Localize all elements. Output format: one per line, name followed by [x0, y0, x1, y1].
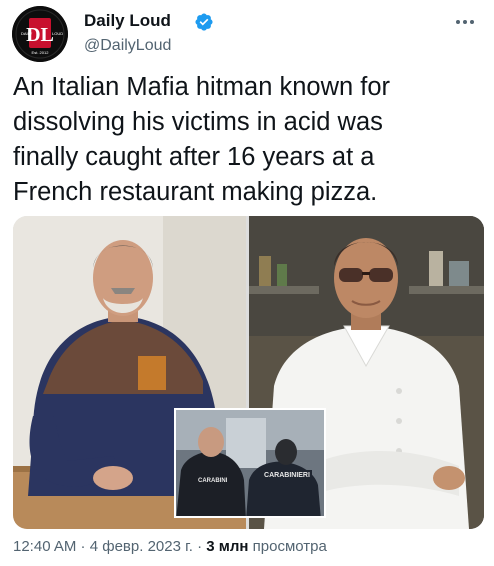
svg-text:Est. 2012: Est. 2012 [32, 50, 50, 55]
tweet-text-line: dissolving his victims in acid was [13, 108, 383, 136]
tweet-time[interactable]: 12:40 AM [13, 538, 76, 555]
more-options-icon[interactable] [452, 12, 478, 32]
tweet-media[interactable]: CARABINIERI CARABINI [13, 216, 484, 529]
meta-separator: · [76, 538, 90, 555]
tweet-date[interactable]: 4 февр. 2023 г. [90, 538, 193, 555]
views-label: просмотра [248, 538, 327, 555]
tweet-meta: 12:40 AM · 4 февр. 2023 г. · 3 млн просм… [13, 538, 327, 555]
tweet-header: DL DAILY LOUD Est. 2012 Daily Loud @Dail… [12, 6, 482, 62]
tweet-text-line: finally caught after 16 years at a [13, 143, 375, 171]
avatar[interactable]: DL DAILY LOUD Est. 2012 [12, 6, 68, 62]
svg-text:DAILY: DAILY [21, 31, 33, 36]
tweet-text-line: French restaurant making pizza. [13, 178, 378, 206]
inset-label: CARABINIERI [264, 472, 310, 479]
tweet-text-line: An Italian Mafia hitman known for [13, 73, 391, 101]
meta-separator: · [192, 538, 207, 555]
inset-badge: CARABINI [198, 478, 228, 484]
daily-loud-logo-icon: DL DAILY LOUD Est. 2012 [12, 6, 68, 62]
verified-badge-icon [195, 13, 213, 31]
views-count[interactable]: 3 млн [206, 538, 248, 555]
photo-inset-carabinieri[interactable]: CARABINIERI CARABINI [174, 408, 326, 518]
author-name[interactable]: Daily Loud [84, 11, 171, 31]
tweet-text: An Italian Mafia hitman known for dissol… [13, 70, 483, 210]
carabinieri-scene: CARABINIERI CARABINI [176, 410, 324, 516]
author-handle[interactable]: @DailyLoud [84, 37, 171, 55]
svg-text:LOUD: LOUD [52, 31, 63, 36]
